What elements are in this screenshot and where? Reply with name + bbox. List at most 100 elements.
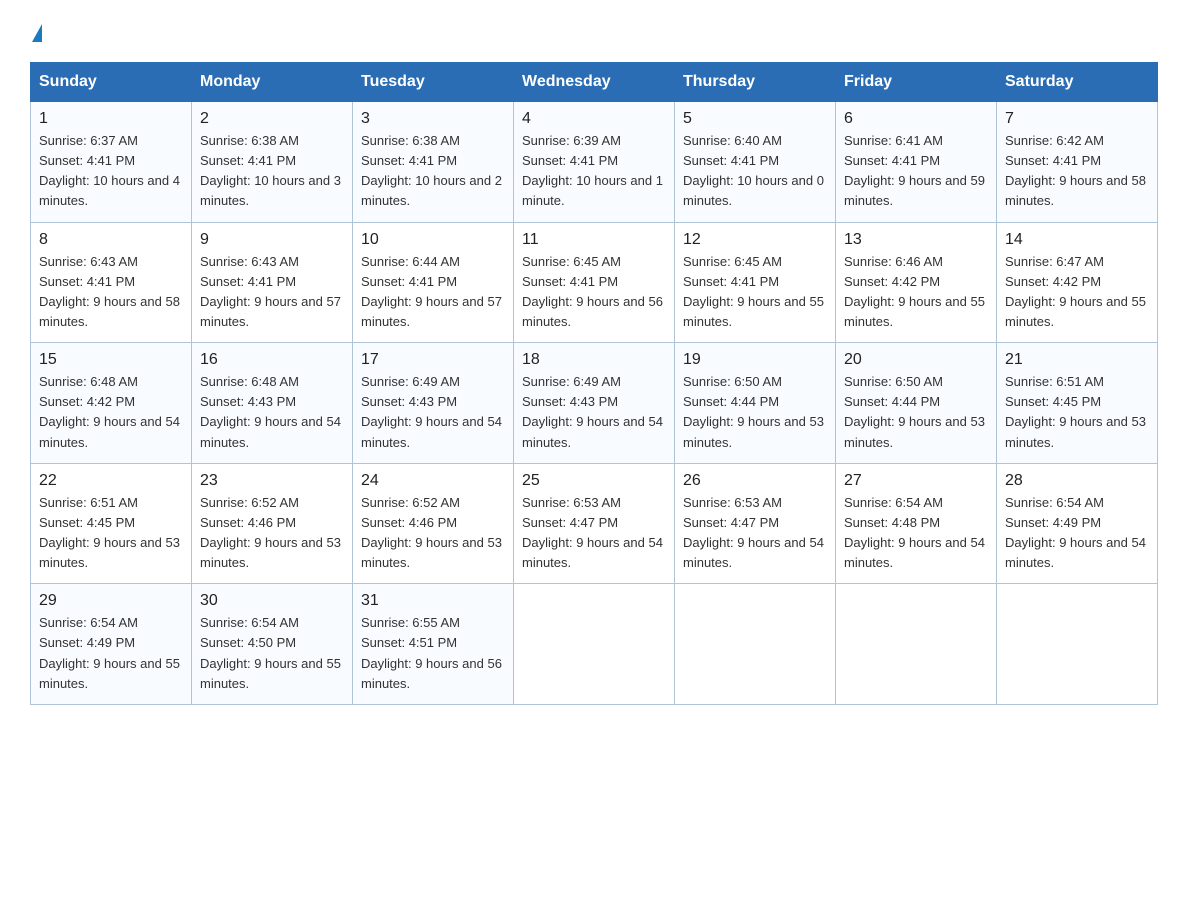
- day-number: 2: [200, 110, 344, 128]
- calendar-day-cell: 31Sunrise: 6:55 AMSunset: 4:51 PMDayligh…: [353, 584, 514, 705]
- logo-arrow-icon: [32, 24, 42, 42]
- day-number: 30: [200, 592, 344, 610]
- day-number: 22: [39, 472, 183, 490]
- day-number: 27: [844, 472, 988, 490]
- calendar-day-cell: 12Sunrise: 6:45 AMSunset: 4:41 PMDayligh…: [675, 222, 836, 343]
- weekday-header-monday: Monday: [192, 63, 353, 102]
- day-info: Sunrise: 6:53 AMSunset: 4:47 PMDaylight:…: [683, 493, 827, 574]
- calendar-day-cell: 22 Sunrise: 6:51 AMSunset: 4:45 PMDayligh…: [31, 463, 192, 584]
- day-number: 21: [1005, 351, 1149, 369]
- day-number: 31: [361, 592, 505, 610]
- calendar-day-cell: 13 Sunrise: 6:46 AMSunset: 4:42 PMDayligh…: [836, 222, 997, 343]
- day-info: Sunrise: 6:38 AMSunset: 4:41 PMDaylight:…: [200, 131, 344, 212]
- calendar-day-cell: 17 Sunrise: 6:49 AMSunset: 4:43 PMDayligh…: [353, 343, 514, 464]
- day-number: 9: [200, 231, 344, 249]
- empty-day-cell: [514, 584, 675, 705]
- weekday-header-friday: Friday: [836, 63, 997, 102]
- day-info: Sunrise: 6:43 AMSunset: 4:41 PMDaylight:…: [200, 252, 344, 333]
- day-info: Sunrise: 6:51 AMSunset: 4:45 PMDaylight:…: [39, 493, 183, 574]
- day-number: 20: [844, 351, 988, 369]
- day-number: 4: [522, 110, 666, 128]
- day-number: 25: [522, 472, 666, 490]
- day-info: Sunrise: 6:38 AMSunset: 4:41 PMDaylight:…: [361, 131, 505, 212]
- calendar-day-cell: 10Sunrise: 6:44 AMSunset: 4:41 PMDayligh…: [353, 222, 514, 343]
- day-number: 7: [1005, 110, 1149, 128]
- calendar-day-cell: 3Sunrise: 6:38 AMSunset: 4:41 PMDaylight…: [353, 102, 514, 223]
- calendar-day-cell: 29 Sunrise: 6:54 AMSunset: 4:49 PMDayligh…: [31, 584, 192, 705]
- day-number: 15: [39, 351, 183, 369]
- calendar-day-cell: 4 Sunrise: 6:39 AMSunset: 4:41 PMDaylight…: [514, 102, 675, 223]
- day-info: Sunrise: 6:48 AMSunset: 4:43 PMDaylight:…: [200, 372, 344, 453]
- empty-day-cell: [836, 584, 997, 705]
- calendar-day-cell: 20 Sunrise: 6:50 AMSunset: 4:44 PMDayligh…: [836, 343, 997, 464]
- empty-day-cell: [997, 584, 1158, 705]
- calendar-day-cell: 18 Sunrise: 6:49 AMSunset: 4:43 PMDayligh…: [514, 343, 675, 464]
- day-info: Sunrise: 6:45 AMSunset: 4:41 PMDaylight:…: [522, 252, 666, 333]
- calendar-day-cell: 30Sunrise: 6:54 AMSunset: 4:50 PMDayligh…: [192, 584, 353, 705]
- day-number: 29: [39, 592, 183, 610]
- day-number: 23: [200, 472, 344, 490]
- calendar-day-cell: 14 Sunrise: 6:47 AMSunset: 4:42 PMDayligh…: [997, 222, 1158, 343]
- day-info: Sunrise: 6:44 AMSunset: 4:41 PMDaylight:…: [361, 252, 505, 333]
- calendar-day-cell: 28Sunrise: 6:54 AMSunset: 4:49 PMDayligh…: [997, 463, 1158, 584]
- calendar-day-cell: 23 Sunrise: 6:52 AMSunset: 4:46 PMDayligh…: [192, 463, 353, 584]
- day-number: 28: [1005, 472, 1149, 490]
- day-info: Sunrise: 6:37 AMSunset: 4:41 PMDaylight:…: [39, 131, 183, 212]
- day-number: 18: [522, 351, 666, 369]
- day-info: Sunrise: 6:43 AMSunset: 4:41 PMDaylight:…: [39, 252, 183, 333]
- calendar-week-row: 29 Sunrise: 6:54 AMSunset: 4:49 PMDayligh…: [31, 584, 1158, 705]
- weekday-header-saturday: Saturday: [997, 63, 1158, 102]
- calendar-day-cell: 7 Sunrise: 6:42 AMSunset: 4:41 PMDaylight…: [997, 102, 1158, 223]
- calendar-day-cell: 5 Sunrise: 6:40 AMSunset: 4:41 PMDaylight…: [675, 102, 836, 223]
- day-number: 17: [361, 351, 505, 369]
- day-info: Sunrise: 6:53 AMSunset: 4:47 PMDaylight:…: [522, 493, 666, 574]
- day-number: 14: [1005, 231, 1149, 249]
- day-number: 6: [844, 110, 988, 128]
- day-info: Sunrise: 6:50 AMSunset: 4:44 PMDaylight:…: [683, 372, 827, 453]
- calendar-day-cell: 26 Sunrise: 6:53 AMSunset: 4:47 PMDayligh…: [675, 463, 836, 584]
- day-number: 24: [361, 472, 505, 490]
- day-info: Sunrise: 6:54 AMSunset: 4:49 PMDaylight:…: [39, 613, 183, 694]
- weekday-header-row: SundayMondayTuesdayWednesdayThursdayFrid…: [31, 63, 1158, 102]
- day-info: Sunrise: 6:50 AMSunset: 4:44 PMDaylight:…: [844, 372, 988, 453]
- day-info: Sunrise: 6:45 AMSunset: 4:41 PMDaylight:…: [683, 252, 827, 333]
- day-info: Sunrise: 6:41 AMSunset: 4:41 PMDaylight:…: [844, 131, 988, 212]
- day-info: Sunrise: 6:49 AMSunset: 4:43 PMDaylight:…: [522, 372, 666, 453]
- calendar-day-cell: 27 Sunrise: 6:54 AMSunset: 4:48 PMDayligh…: [836, 463, 997, 584]
- logo: [30, 20, 42, 44]
- day-info: Sunrise: 6:48 AMSunset: 4:42 PMDaylight:…: [39, 372, 183, 453]
- day-info: Sunrise: 6:47 AMSunset: 4:42 PMDaylight:…: [1005, 252, 1149, 333]
- day-info: Sunrise: 6:40 AMSunset: 4:41 PMDaylight:…: [683, 131, 827, 212]
- day-info: Sunrise: 6:51 AMSunset: 4:45 PMDaylight:…: [1005, 372, 1149, 453]
- page-header: [30, 20, 1158, 44]
- day-number: 13: [844, 231, 988, 249]
- calendar-day-cell: 8 Sunrise: 6:43 AMSunset: 4:41 PMDaylight…: [31, 222, 192, 343]
- day-info: Sunrise: 6:52 AMSunset: 4:46 PMDaylight:…: [361, 493, 505, 574]
- day-info: Sunrise: 6:39 AMSunset: 4:41 PMDaylight:…: [522, 131, 666, 212]
- day-number: 1: [39, 110, 183, 128]
- weekday-header-tuesday: Tuesday: [353, 63, 514, 102]
- calendar-day-cell: 2 Sunrise: 6:38 AMSunset: 4:41 PMDaylight…: [192, 102, 353, 223]
- weekday-header-thursday: Thursday: [675, 63, 836, 102]
- day-number: 16: [200, 351, 344, 369]
- day-number: 26: [683, 472, 827, 490]
- calendar-day-cell: 19Sunrise: 6:50 AMSunset: 4:44 PMDayligh…: [675, 343, 836, 464]
- day-number: 11: [522, 231, 666, 249]
- day-info: Sunrise: 6:49 AMSunset: 4:43 PMDaylight:…: [361, 372, 505, 453]
- day-info: Sunrise: 6:54 AMSunset: 4:48 PMDaylight:…: [844, 493, 988, 574]
- calendar-day-cell: 15 Sunrise: 6:48 AMSunset: 4:42 PMDayligh…: [31, 343, 192, 464]
- calendar-week-row: 22 Sunrise: 6:51 AMSunset: 4:45 PMDayligh…: [31, 463, 1158, 584]
- day-number: 5: [683, 110, 827, 128]
- day-info: Sunrise: 6:42 AMSunset: 4:41 PMDaylight:…: [1005, 131, 1149, 212]
- calendar-week-row: 15 Sunrise: 6:48 AMSunset: 4:42 PMDayligh…: [31, 343, 1158, 464]
- weekday-header-sunday: Sunday: [31, 63, 192, 102]
- calendar-day-cell: 21 Sunrise: 6:51 AMSunset: 4:45 PMDayligh…: [997, 343, 1158, 464]
- calendar-day-cell: 24 Sunrise: 6:52 AMSunset: 4:46 PMDayligh…: [353, 463, 514, 584]
- day-info: Sunrise: 6:52 AMSunset: 4:46 PMDaylight:…: [200, 493, 344, 574]
- calendar-week-row: 1 Sunrise: 6:37 AMSunset: 4:41 PMDaylight…: [31, 102, 1158, 223]
- day-number: 8: [39, 231, 183, 249]
- calendar-day-cell: 25 Sunrise: 6:53 AMSunset: 4:47 PMDayligh…: [514, 463, 675, 584]
- day-info: Sunrise: 6:46 AMSunset: 4:42 PMDaylight:…: [844, 252, 988, 333]
- calendar-day-cell: 6 Sunrise: 6:41 AMSunset: 4:41 PMDaylight…: [836, 102, 997, 223]
- empty-day-cell: [675, 584, 836, 705]
